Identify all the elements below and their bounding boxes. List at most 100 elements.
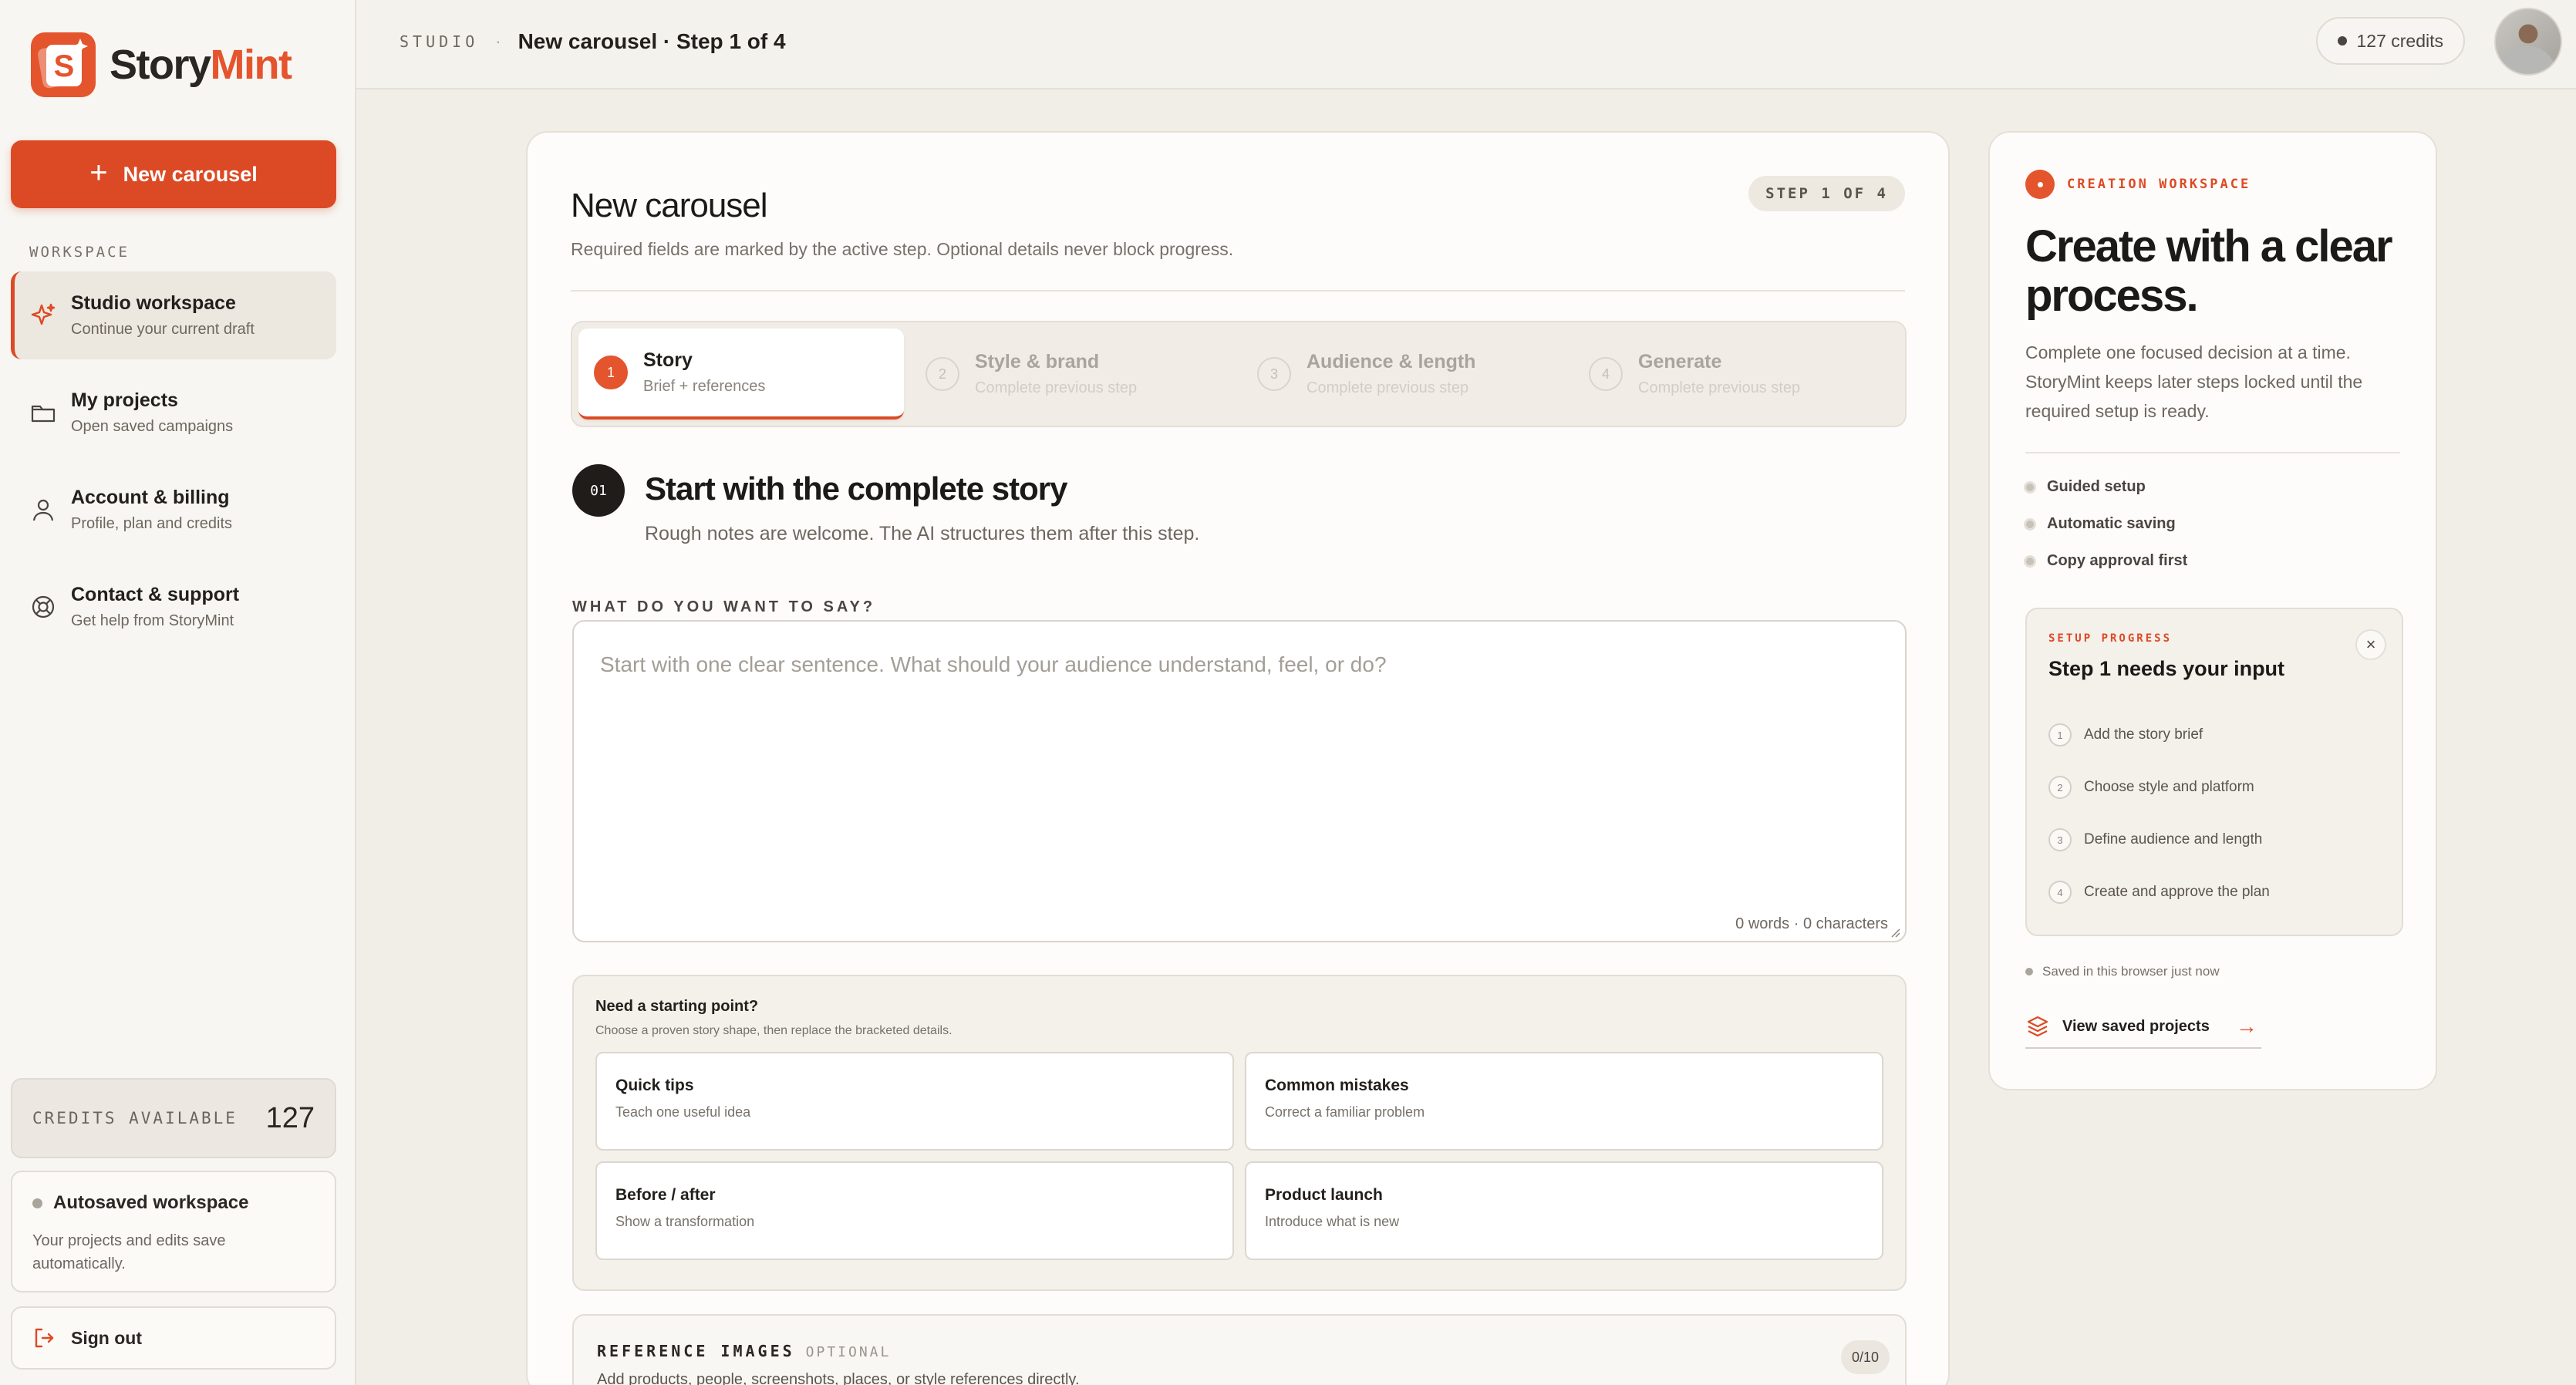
autosave-title: Autosaved workspace [53, 1192, 249, 1213]
word-character-count: 0 words · 0 characters [1735, 915, 1888, 932]
step-title: Audience & length [1307, 351, 1476, 372]
setup-progress-panel: SETUP PROGRESS Step 1 needs your input ×… [2025, 608, 2403, 936]
step-number: 4 [1589, 357, 1623, 391]
record-dot-icon [2025, 170, 2055, 199]
new-carousel-card: New carousel Required fields are marked … [526, 131, 1950, 1385]
template-description: Introduce what is new [1265, 1214, 1400, 1229]
credits-value: 127 [265, 1101, 315, 1134]
step-subtitle: Complete previous step [1638, 379, 1801, 396]
plus-icon: + [89, 156, 108, 190]
step-number: 1 [594, 356, 628, 389]
progress-step: 1 Add the story brief [2048, 723, 2203, 746]
sign-out-label: Sign out [71, 1327, 142, 1348]
bullet-dot-icon [2024, 517, 2036, 531]
saved-status: Saved in this browser just now [2025, 964, 2220, 979]
storymint-logo-icon: S [31, 32, 96, 97]
template-title: Quick tips [615, 1077, 694, 1094]
brand-name: StoryMint [110, 42, 292, 88]
credits-badge-label: 127 credits [2356, 30, 2443, 51]
step-tab-story[interactable]: 1 Story Brief + references [578, 329, 904, 420]
feature-item: Automatic saving [2024, 515, 2176, 533]
saved-status-text: Saved in this browser just now [2042, 964, 2220, 979]
template-quick-tips[interactable]: Quick tips Teach one useful idea [595, 1052, 1234, 1151]
divider [2025, 452, 2400, 453]
breadcrumb: STUDIO · New carousel · Step 1 of 4 [400, 29, 786, 54]
progress-step-number: 2 [2048, 776, 2072, 799]
sidebar-item-subtitle: Open saved campaigns [71, 418, 234, 435]
sidebar-item-title: Contact & support [71, 584, 240, 605]
view-saved-projects-link[interactable]: View saved projects → [2025, 1006, 2261, 1049]
svg-text:S: S [54, 49, 75, 83]
progress-step-label: Choose style and platform [2084, 779, 2254, 795]
step-subtitle: Brief + references [643, 378, 766, 395]
credits-badge[interactable]: 127 credits [2316, 17, 2465, 65]
progress-step: 4 Create and approve the plan [2048, 881, 2270, 904]
view-saved-label: View saved projects [2062, 1017, 2210, 1035]
bullet-dot-icon [2024, 480, 2036, 494]
stepper: 1 Story Brief + references 2 Style & bra… [571, 321, 1907, 427]
kicker-label: CREATION WORKSPACE [2067, 177, 2251, 192]
avatar[interactable] [2494, 8, 2562, 76]
logo[interactable]: S StoryMint [29, 31, 292, 99]
template-description: Correct a familiar problem [1265, 1104, 1425, 1120]
template-product-launch[interactable]: Product launch Introduce what is new [1245, 1161, 1883, 1260]
feature-item: Copy approval first [2024, 552, 2187, 570]
feature-item: Guided setup [2024, 478, 2146, 496]
autosave-description: Your projects and edits save automatical… [32, 1232, 226, 1272]
sidebar-item-my-projects[interactable]: My projects Open saved campaigns [11, 369, 336, 457]
sign-out-button[interactable]: Sign out [11, 1306, 336, 1370]
step-title: Generate [1638, 351, 1722, 372]
progress-step-number: 3 [2048, 828, 2072, 851]
sidebar-item-title: Studio workspace [71, 292, 236, 314]
layers-icon [2027, 1016, 2048, 1037]
breadcrumb-separator: · [495, 32, 501, 51]
bullet-dot-icon [2024, 554, 2036, 568]
resize-handle-icon[interactable] [1890, 927, 1900, 938]
step-number: 2 [926, 357, 959, 391]
optional-label: OPTIONAL [805, 1344, 892, 1360]
divider [571, 290, 1905, 291]
lifebuoy-icon [28, 591, 59, 622]
credits-available-panel: CREDITS AVAILABLE 127 [11, 1078, 336, 1158]
template-title: Common mistakes [1265, 1077, 1409, 1094]
arrow-right-icon: → [2235, 1014, 2257, 1038]
sidebar-item-studio-workspace[interactable]: Studio workspace Continue your current d… [11, 271, 336, 359]
starter-description: Choose a proven story shape, then replac… [595, 1024, 953, 1037]
template-common-mistakes[interactable]: Common mistakes Correct a familiar probl… [1245, 1052, 1883, 1151]
progress-step-number: 4 [2048, 881, 2072, 904]
reference-images-panel[interactable]: REFERENCE IMAGES OPTIONAL Add products, p… [572, 1314, 1907, 1385]
sidebar: S StoryMint + New carousel WORKSPACE Stu… [0, 0, 356, 1385]
new-carousel-button[interactable]: + New carousel [11, 140, 336, 208]
step-title: Style & brand [975, 351, 1100, 372]
reference-images-description: Add products, people, screenshots, place… [597, 1371, 1080, 1385]
credits-dot-icon [2338, 36, 2348, 45]
step-subtitle: Complete previous step [1307, 379, 1469, 396]
template-description: Teach one useful idea [615, 1104, 751, 1120]
sidebar-item-subtitle: Get help from StoryMint [71, 612, 234, 629]
breadcrumb-section[interactable]: STUDIO [400, 32, 478, 51]
creation-workspace-card: CREATION WORKSPACE Create with a clear p… [1988, 131, 2437, 1090]
status-dot-icon [32, 1198, 42, 1208]
sidebar-item-account-billing[interactable]: Account & billing Profile, plan and cred… [11, 466, 336, 554]
progress-step-number: 1 [2048, 723, 2072, 746]
starter-title: Need a starting point? [595, 998, 759, 1015]
close-icon[interactable]: × [2355, 629, 2386, 660]
sidebar-item-title: My projects [71, 389, 178, 411]
folder-icon [28, 397, 59, 428]
template-before-after[interactable]: Before / after Show a transformation [595, 1161, 1234, 1260]
step-badge: STEP 1 OF 4 [1748, 176, 1905, 211]
step-subtitle: Complete previous step [975, 379, 1138, 396]
step-tab-style-brand: 2 Style & brand Complete previous step [910, 329, 1236, 420]
story-placeholder: Start with one clear sentence. What shou… [600, 652, 1387, 676]
autosave-panel: Autosaved workspace Your projects and ed… [11, 1171, 336, 1292]
story-field-label: WHAT DO YOU WANT TO SAY? [572, 598, 876, 615]
reference-images-count: 0/10 [1840, 1340, 1890, 1374]
card-description: Required fields are marked by the active… [571, 239, 1234, 259]
credits-label: CREDITS AVAILABLE [32, 1109, 238, 1127]
progress-step: 2 Choose style and platform [2048, 776, 2254, 799]
sidebar-item-contact-support[interactable]: Contact & support Get help from StoryMin… [11, 563, 336, 651]
starting-point-panel: Need a starting point? Choose a proven s… [572, 975, 1907, 1291]
feature-label: Copy approval first [2047, 552, 2188, 569]
feature-label: Automatic saving [2047, 515, 2176, 532]
story-textarea[interactable]: Start with one clear sentence. What shou… [572, 620, 1907, 942]
